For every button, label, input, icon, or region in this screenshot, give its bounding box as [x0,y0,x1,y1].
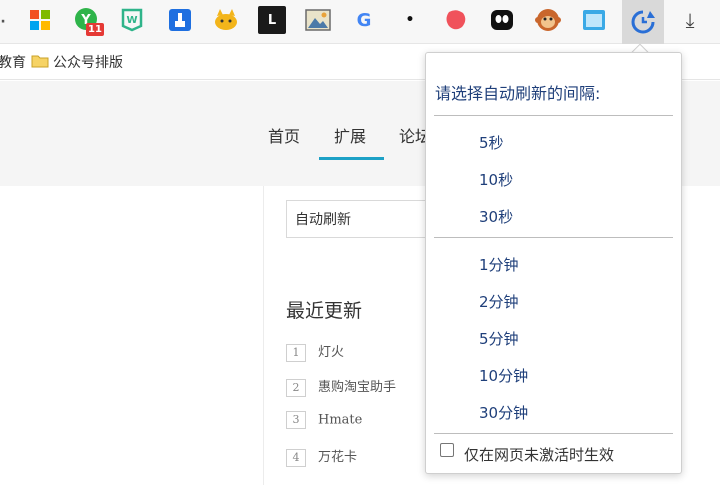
black-l-icon[interactable]: L [258,6,286,34]
recent-item-label: 灯火 [318,345,345,360]
auto-refresh-icon[interactable] [622,0,664,44]
nav-home[interactable]: 首页 [268,123,300,147]
partial-icon: · [0,14,6,30]
notification-badge: 11 [86,23,104,36]
recent-updates-title: 最近更新 [286,300,363,322]
interval-option-5s[interactable]: 5秒 [479,132,504,153]
interval-option-30m[interactable]: 30分钟 [479,402,528,423]
svg-text:W: W [126,15,137,26]
popup-title: 请选择自动刷新的间隔: [435,84,601,103]
blue-window-icon[interactable] [580,6,608,34]
windows-tiles-icon[interactable] [26,6,54,34]
interval-option-5m[interactable]: 5分钟 [479,328,519,349]
red-blob-icon[interactable] [442,6,470,34]
recent-item[interactable]: 2 惠购淘宝助手 [286,376,396,397]
recent-item-label: 万花卡 [318,450,358,465]
bookmark-partial[interactable]: 教育 [0,52,26,72]
download-icon[interactable]: ⤓ [676,6,704,34]
image-icon[interactable] [304,6,332,34]
yellow-cat-icon[interactable] [212,6,240,34]
interval-option-10s[interactable]: 10秒 [479,169,513,190]
recent-item[interactable]: 3 Hmate [286,411,362,429]
recent-item[interactable]: 4 万花卡 [286,446,357,467]
inactive-only-label[interactable]: 仅在网页未激活时生效 [464,444,614,465]
google-icon[interactable]: G [350,6,378,34]
refresh-interval-popup: 请选择自动刷新的间隔: 5秒 10秒 30秒 1分钟 2分钟 5分钟 10分钟 … [425,52,682,474]
folder-icon [31,55,49,68]
blue-hand-icon[interactable] [166,6,194,34]
monkey-icon[interactable] [534,6,562,34]
green-w-icon[interactable]: W [118,6,146,34]
popup-divider [434,237,673,238]
interval-option-10m[interactable]: 10分钟 [479,365,528,386]
recent-item-number: 3 [286,411,306,429]
recent-item[interactable]: 1 灯火 [286,341,344,362]
inactive-only-checkbox[interactable] [440,443,454,457]
bookmark-folder[interactable]: 公众号排版 [53,52,123,72]
black-face-icon[interactable] [488,6,516,34]
recent-item-label: Hmate [318,412,363,428]
popup-divider [434,433,673,434]
nav-extensions[interactable]: 扩展 [334,123,366,147]
interval-option-30s[interactable]: 30秒 [479,206,513,227]
nav-active-indicator [319,157,384,160]
column-divider [263,186,264,485]
recent-item-number: 2 [286,378,306,397]
popup-divider [434,115,673,116]
search-input[interactable] [286,200,446,238]
dot-icon[interactable]: • [396,6,424,34]
green-y-icon[interactable]: Y 11 [72,6,104,36]
recent-item-number: 1 [286,343,306,362]
interval-option-2m[interactable]: 2分钟 [479,291,519,312]
interval-option-1m[interactable]: 1分钟 [479,254,519,275]
extension-toolbar: · Y 11 W L G • ⤓ [0,0,720,44]
recent-item-label: 惠购淘宝助手 [318,380,397,395]
recent-item-number: 4 [286,448,306,467]
